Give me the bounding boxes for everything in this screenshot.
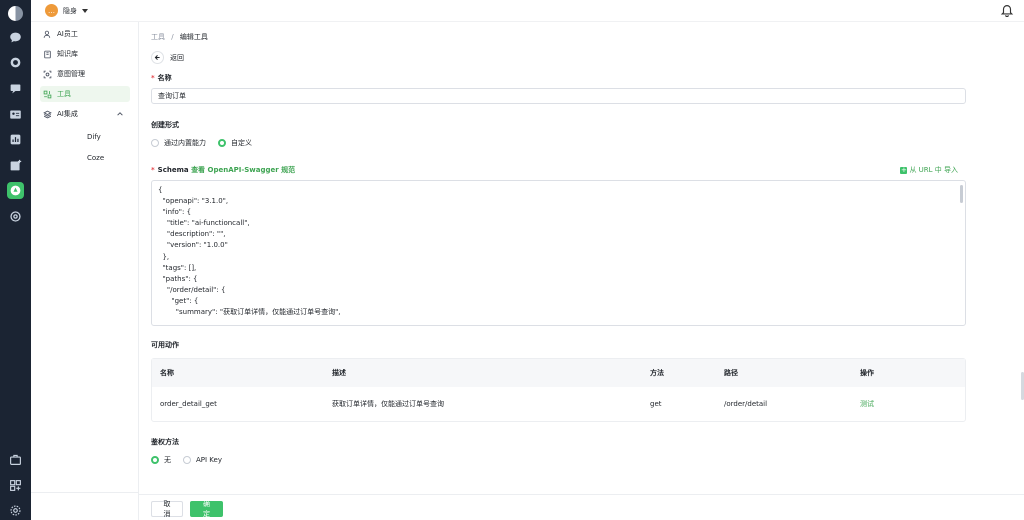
message-board-icon[interactable] xyxy=(7,80,24,97)
required-mark: * xyxy=(151,166,155,174)
workspace-avatar: … xyxy=(45,4,58,17)
sidebar-footer xyxy=(31,492,139,520)
briefcase-icon[interactable] xyxy=(7,451,24,468)
schema-code: { "openapi": "3.1.0", "info": { "title":… xyxy=(158,186,341,317)
breadcrumb-separator: / xyxy=(171,33,174,41)
schema-label-text: Schema xyxy=(157,166,189,174)
whatsapp-icon[interactable] xyxy=(7,54,24,71)
sidebar-item-ai-staff[interactable]: AI员工 xyxy=(40,26,130,42)
option-label: 通过内置能力 xyxy=(164,139,206,147)
dashboard-icon[interactable] xyxy=(7,131,24,148)
sidebar-item-knowledge-base[interactable]: 知识库 xyxy=(40,46,130,62)
bell-icon[interactable] xyxy=(1000,3,1014,17)
settings-gear-icon[interactable] xyxy=(7,502,24,519)
schema-editor[interactable]: { "openapi": "3.1.0", "info": { "title":… xyxy=(151,180,966,326)
schema-label: * Schema 查看 OpenAPI-Swagger 规范 xyxy=(151,165,295,175)
caret-down-icon xyxy=(82,8,88,13)
create-mode-option-builtin[interactable]: 通过内置能力 xyxy=(151,138,206,148)
image-plus-icon[interactable] xyxy=(7,157,24,174)
auth-option-api-key[interactable]: API Key xyxy=(183,456,222,464)
column-header: 方法 xyxy=(650,369,664,377)
user-icon xyxy=(43,30,51,38)
back-button[interactable]: 返回 xyxy=(151,51,184,64)
auth-method-label: 鉴权方法 xyxy=(151,438,179,446)
create-mode-option-custom[interactable]: 自定义 xyxy=(218,138,252,148)
option-label: 无 xyxy=(164,456,171,464)
column-header: 操作 xyxy=(860,369,874,377)
column-header: 路径 xyxy=(724,369,738,377)
create-mode-label: 创建形式 xyxy=(151,121,179,129)
target-icon[interactable] xyxy=(7,208,24,225)
action-method: get xyxy=(650,400,662,408)
top-bar: … 隐身 xyxy=(31,0,1024,22)
apps-grid-icon[interactable] xyxy=(7,477,24,494)
radio-unchecked-icon xyxy=(183,456,191,464)
sidebar: AI员工 知识库 意图管理 工具 AI集成 Dify Coze xyxy=(31,22,139,520)
name-input[interactable] xyxy=(151,88,966,104)
cancel-button[interactable]: 取 消 xyxy=(151,500,183,518)
sidebar-item-label: 意图管理 xyxy=(57,70,85,78)
name-label-text: 名称 xyxy=(157,74,172,82)
chat-bubble-icon[interactable] xyxy=(7,29,24,46)
form-footer: 取 消 确 定 xyxy=(139,494,1024,520)
tools-icon xyxy=(43,90,52,98)
radio-checked-icon xyxy=(151,456,159,464)
chevron-up-icon xyxy=(117,112,123,116)
sidebar-item-label: 知识库 xyxy=(57,50,78,58)
editor-scrollbar[interactable] xyxy=(960,185,963,203)
app-logo xyxy=(8,6,23,21)
ai-tools-icon[interactable] xyxy=(7,182,24,199)
workspace-name: 隐身 xyxy=(63,6,77,15)
auth-option-none[interactable]: 无 xyxy=(151,455,171,465)
sidebar-item-label: AI集成 xyxy=(57,110,78,118)
target-scan-icon xyxy=(43,70,52,78)
breadcrumb: 工具 / 编辑工具 xyxy=(151,32,208,42)
actions-table: 名称 描述 方法 路径 操作 order_detail_get 获取订单详情，仅… xyxy=(151,358,966,422)
workspace-switcher[interactable]: … 隐身 xyxy=(45,4,88,17)
test-action-link[interactable]: 测试 xyxy=(860,387,874,421)
action-description: 获取订单详情，仅能通过订单号查询 xyxy=(332,400,444,408)
plus-square-icon: + xyxy=(900,165,908,174)
sidebar-subitem-coze[interactable]: Coze xyxy=(87,154,104,162)
app-rail xyxy=(0,0,31,520)
sidebar-item-ai-integration[interactable]: AI集成 xyxy=(40,106,130,122)
sidebar-item-label: AI员工 xyxy=(57,30,78,38)
import-label: 从 URL 中 导入 xyxy=(909,166,958,174)
name-label: * 名称 xyxy=(151,73,172,83)
sidebar-subitem-dify[interactable]: Dify xyxy=(87,133,101,141)
contact-card-icon[interactable] xyxy=(7,106,24,123)
breadcrumb-current: 编辑工具 xyxy=(179,33,208,41)
create-mode-radio-group: 通过内置能力 自定义 xyxy=(151,138,258,148)
back-label: 返回 xyxy=(170,53,184,62)
layers-icon xyxy=(43,110,52,118)
option-label: API Key xyxy=(196,456,222,464)
arrow-left-icon xyxy=(151,51,164,64)
import-from-url-button[interactable]: + 从 URL 中 导入 xyxy=(900,165,958,175)
table-header: 名称 描述 方法 路径 操作 xyxy=(152,359,965,387)
required-mark: * xyxy=(151,74,155,82)
sidebar-item-tools[interactable]: 工具 xyxy=(40,86,130,102)
action-name: order_detail_get xyxy=(160,400,217,408)
sidebar-item-intent-management[interactable]: 意图管理 xyxy=(40,66,130,82)
radio-checked-icon xyxy=(218,139,226,147)
confirm-button[interactable]: 确 定 xyxy=(190,500,223,518)
option-label: 自定义 xyxy=(231,139,252,147)
available-actions-label: 可用动作 xyxy=(151,341,179,349)
openapi-spec-link[interactable]: 查看 OpenAPI-Swagger 规范 xyxy=(191,166,295,174)
main-content: 工具 / 编辑工具 返回 *名称 创建形式 通过内置能力 自定义 *Schema… xyxy=(139,22,1024,520)
table-row: order_detail_get 获取订单详情，仅能通过订单号查询 get /o… xyxy=(152,387,965,421)
auth-method-radio-group: 无 API Key xyxy=(151,455,228,465)
breadcrumb-parent[interactable]: 工具 xyxy=(151,33,165,41)
column-header: 描述 xyxy=(332,369,346,377)
book-icon xyxy=(44,50,51,58)
column-header: 名称 xyxy=(160,369,174,377)
radio-unchecked-icon xyxy=(151,139,159,147)
action-path: /order/detail xyxy=(724,400,768,408)
sidebar-item-label: 工具 xyxy=(57,90,71,98)
